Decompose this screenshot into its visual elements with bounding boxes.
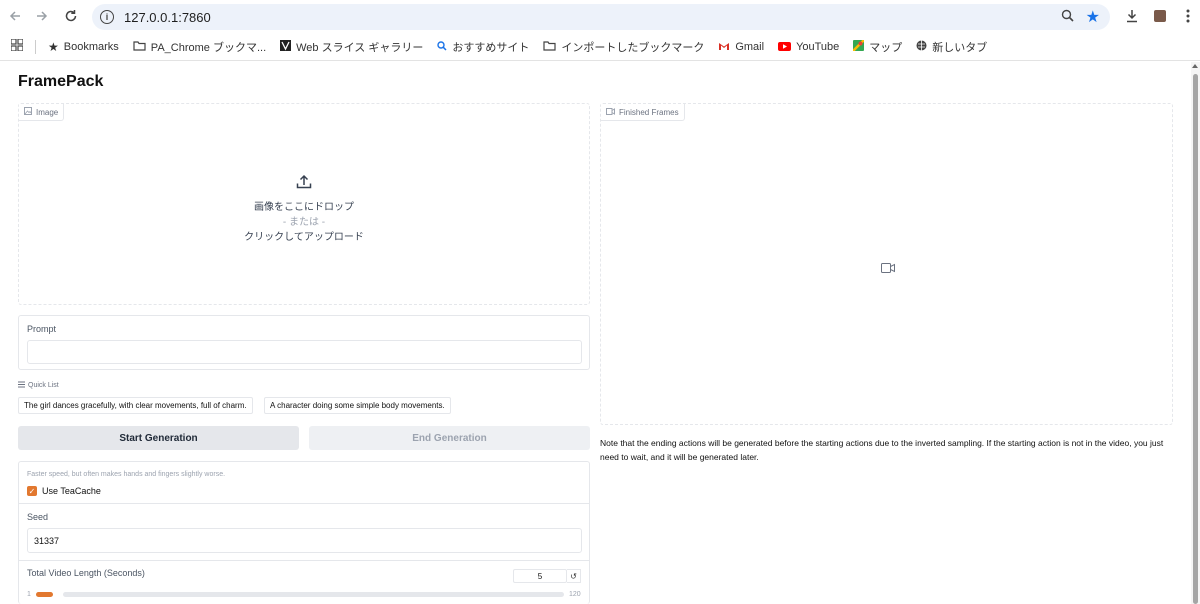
address-bar[interactable]: i 127.0.0.1:7860 ★ [92, 4, 1110, 30]
reload-icon[interactable] [59, 4, 83, 28]
bookmark-star-icon[interactable]: ★ [1086, 7, 1100, 27]
start-generation-button[interactable]: Start Generation [18, 426, 299, 450]
bookmarks-bar: ★ Bookmarks PA_Chrome ブックマ... Web スライス ギャ… [0, 33, 1200, 61]
prompt-input[interactable] [27, 340, 582, 364]
folder-icon [133, 40, 146, 54]
end-generation-button[interactable]: End Generation [309, 426, 590, 450]
upload-prompt: 画像をここにドロップ - または - クリックしてアップロード [19, 174, 589, 245]
maps-icon [852, 38, 866, 54]
globe-icon [916, 40, 927, 54]
profile-avatar[interactable] [1150, 6, 1170, 26]
gmail-icon [718, 40, 730, 54]
image-upload-dropzone[interactable]: Image 画像をここにドロップ - または - クリックしてアップロード [18, 103, 590, 305]
list-icon [18, 381, 25, 390]
reset-icon[interactable]: ↺ [567, 569, 581, 583]
teacache-label: Use TeaCache [42, 486, 101, 496]
bookmark-item[interactable]: PA_Chrome ブックマ... [133, 39, 266, 55]
divider [19, 560, 589, 561]
forward-icon[interactable] [30, 4, 54, 28]
teacache-hint: Faster speed, but often makes hands and … [27, 471, 226, 478]
video-length-slider-track[interactable] [63, 592, 564, 597]
video-length-slider-handle[interactable] [36, 592, 53, 597]
video-placeholder-icon [881, 260, 895, 278]
bookmark-item[interactable]: マップ [852, 38, 902, 55]
upload-drop-text: 画像をここにドロップ [254, 202, 354, 213]
finished-frames-label: Finished Frames [601, 104, 685, 121]
search-icon [437, 40, 447, 54]
sampling-note: Note that the ending actions will be gen… [600, 438, 1164, 462]
slider-min: 1 [27, 591, 31, 598]
slider-max: 120 [569, 591, 581, 598]
video-length-number-input[interactable]: 5 [513, 569, 567, 583]
site-info-icon[interactable]: i [100, 10, 114, 24]
download-icon[interactable] [1122, 6, 1142, 26]
scroll-up-icon[interactable] [1192, 64, 1198, 68]
youtube-icon [778, 40, 792, 54]
bookmark-item[interactable]: YouTube [778, 40, 839, 54]
video-length-label: Total Video Length (Seconds) [27, 568, 145, 578]
quick-list-item[interactable]: The girl dances gracefully, with clear m… [18, 397, 253, 414]
image-panel-label: Image [19, 104, 65, 121]
scrollbar-thumb[interactable] [1193, 74, 1198, 604]
web-slice-icon [280, 39, 292, 54]
apps-grid-icon[interactable] [10, 38, 24, 54]
settings-panel: Faster speed, but often makes hands and … [18, 461, 590, 604]
upload-icon [19, 174, 589, 194]
menu-icon[interactable] [1178, 6, 1198, 26]
bookmark-item[interactable]: 新しいタブ [916, 39, 987, 55]
bookmark-item[interactable]: Gmail [718, 40, 764, 54]
back-icon[interactable] [3, 4, 27, 28]
bookmark-item[interactable]: インポートしたブックマーク [543, 39, 704, 55]
zoom-icon[interactable] [1061, 9, 1074, 25]
folder-icon [543, 40, 556, 54]
bookmark-item[interactable]: おすすめサイト [437, 39, 529, 55]
browser-toolbar: i 127.0.0.1:7860 ★ [0, 0, 1200, 33]
teacache-toggle[interactable]: ✓ Use TeaCache [27, 486, 101, 496]
bookmarks-divider [35, 39, 36, 54]
page-title: FramePack [18, 73, 104, 90]
seed-input[interactable]: 31337 [27, 528, 582, 553]
image-icon [24, 107, 32, 117]
finished-frames-panel: Finished Frames [600, 103, 1173, 425]
divider [19, 503, 589, 504]
upload-click-text: クリックしてアップロード [244, 232, 364, 243]
bookmark-item[interactable]: Web スライス ギャラリー [280, 39, 423, 55]
video-icon [606, 107, 615, 117]
prompt-section: Prompt [18, 315, 590, 370]
url-text: 127.0.0.1:7860 [124, 9, 211, 25]
upload-or-text: - または - [282, 217, 326, 228]
seed-label: Seed [27, 512, 49, 522]
quick-list-item[interactable]: A character doing some simple body movem… [264, 397, 451, 414]
prompt-label: Prompt [27, 324, 57, 334]
bookmark-item[interactable]: ★ Bookmarks [48, 40, 119, 54]
quick-list-label: Quick List [18, 381, 59, 390]
star-icon: ★ [48, 39, 59, 54]
teacache-checkbox[interactable]: ✓ [27, 486, 37, 496]
